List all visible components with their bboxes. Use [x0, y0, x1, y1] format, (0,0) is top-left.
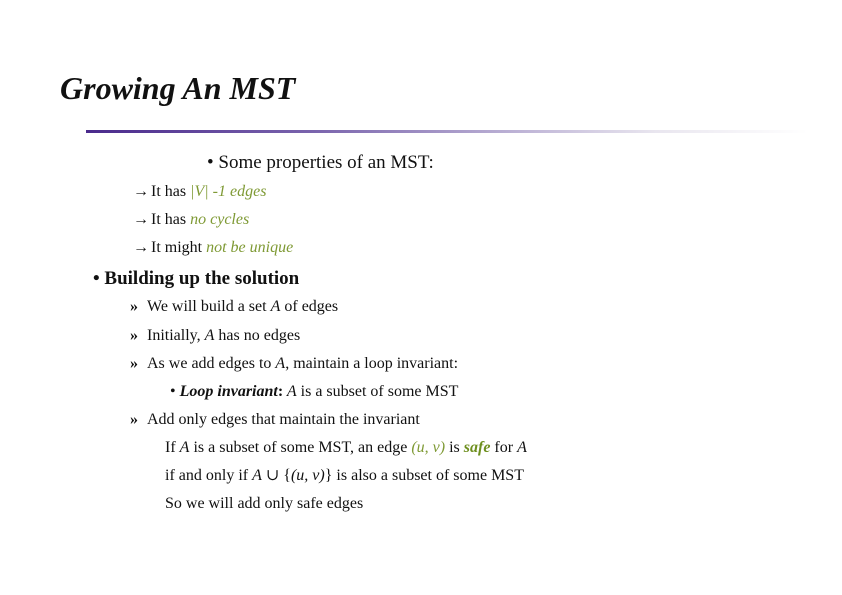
properties-heading: • Some properties of an MST: — [207, 152, 434, 173]
bullet-icon: • — [207, 152, 214, 173]
title-divider — [86, 130, 842, 133]
safe-term: safe — [463, 439, 491, 456]
raquo-icon: » — [130, 327, 138, 344]
list-item: » We will build a set A of edges — [130, 298, 339, 315]
arrow-icon: → — [133, 183, 149, 200]
property-item: → It might not be unique — [133, 239, 294, 256]
raquo-icon: » — [130, 411, 138, 428]
list-item: » As we add edges to A, maintain a loop i… — [130, 355, 459, 372]
list-item: » Add only edges that maintain the invari… — [130, 411, 420, 428]
raquo-icon: » — [130, 355, 138, 372]
bullet-icon: • — [93, 268, 100, 289]
list-item: » Initially, A has no edges — [130, 327, 301, 344]
slide-title: Growing An MST — [60, 70, 296, 106]
loop-invariant: • Loop invariant: A is a subset of some … — [170, 383, 459, 400]
property-item: → It has |V| -1 edges — [133, 183, 267, 200]
raquo-icon: » — [130, 298, 138, 315]
property-item: → It has no cycles — [133, 211, 250, 228]
safe-definition-line1: If A is a subset of some MST, an edge (u… — [165, 439, 527, 456]
arrow-icon: → — [133, 239, 149, 256]
building-heading: • Building up the solution — [93, 268, 300, 289]
safe-definition-line2: if and only if A ∪ {(u, v)} is also a su… — [165, 467, 524, 484]
conclusion: So we will add only safe edges — [165, 495, 364, 512]
bullet-icon: • — [170, 383, 176, 400]
arrow-icon: → — [133, 211, 149, 228]
